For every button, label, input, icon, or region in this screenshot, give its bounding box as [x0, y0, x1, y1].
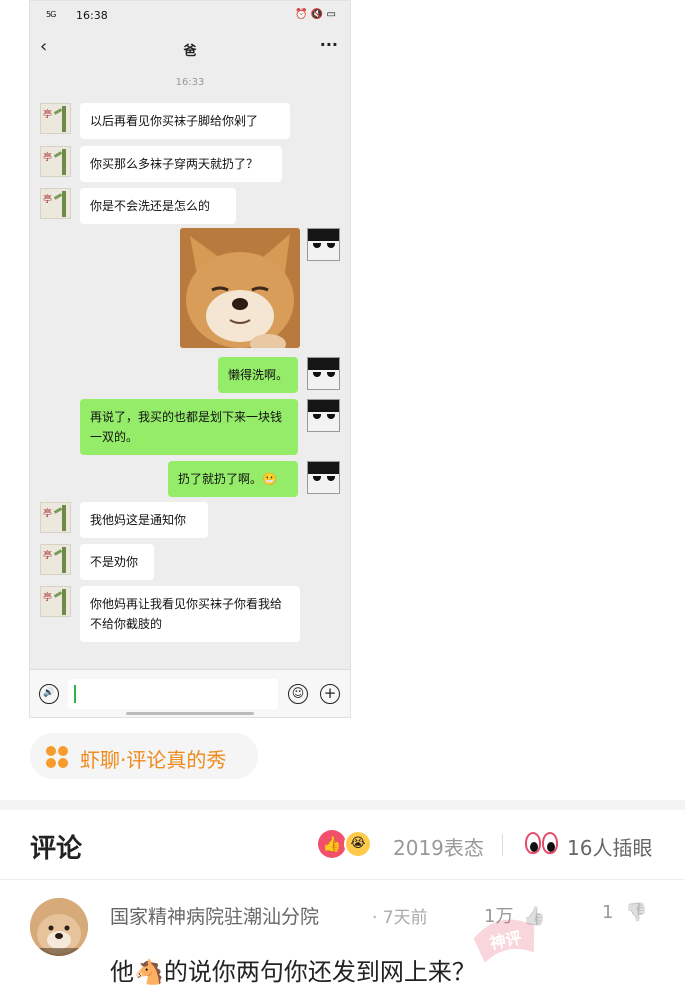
- plus-icon[interactable]: +: [320, 684, 340, 704]
- contact-avatar[interactable]: 亭: [40, 188, 71, 219]
- chat-input-bar: 🔊 ☺ +: [30, 669, 350, 717]
- text-cursor: [74, 685, 76, 703]
- home-indicator: [126, 712, 254, 715]
- message-input[interactable]: [68, 679, 278, 709]
- commenter-avatar[interactable]: [30, 898, 88, 956]
- shiba-dog-sticker[interactable]: [180, 228, 300, 348]
- message-bubble: 懒得洗啊。: [218, 357, 298, 393]
- signal-indicator: 5G: [46, 10, 56, 19]
- like-reaction-icon: 👍: [318, 830, 346, 858]
- comment-text-after: 的说你两句你还发到网上来？: [163, 958, 476, 986]
- chat-screenshot: 5G 16:38 ⏰ 🔇 ▭ ‹ 爸 ··· 16:33 亭 以后再看见你买袜子…: [29, 0, 351, 718]
- message-bubble: 以后再看见你买袜子脚给你剁了: [80, 103, 290, 139]
- my-avatar[interactable]: [307, 228, 340, 261]
- message-bubble: 你买那么多袜子穿两天就扔了？: [80, 146, 282, 182]
- chat-nav-bar: ‹ 爸 ···: [30, 31, 350, 67]
- my-avatar[interactable]: [307, 461, 340, 494]
- commenter-name[interactable]: 国家精神病院驻潮汕分院: [110, 902, 319, 929]
- chat-timestamp: 16:33: [175, 77, 205, 88]
- contact-avatar[interactable]: 亭: [40, 586, 71, 617]
- header-divider: [502, 834, 503, 856]
- eyes-count[interactable]: 16人插眼: [567, 832, 652, 861]
- chat-title: 爸: [183, 44, 197, 59]
- status-bar: 5G 16:38 ⏰ 🔇 ▭: [30, 1, 350, 31]
- message-bubble: 再说了，我买的也都是划下来一块钱一双的。: [80, 399, 298, 455]
- contact-avatar[interactable]: 亭: [40, 544, 71, 575]
- message-bubble: 我他妈这是通知你: [80, 502, 208, 538]
- comment-dislike-button[interactable]: 1 👎: [602, 902, 648, 923]
- topic-label: 虾聊·评论真的秀: [80, 748, 227, 772]
- message-bubble: 不是劝你: [80, 544, 154, 580]
- dislike-count: 1: [602, 902, 614, 923]
- emoji-icon[interactable]: ☺: [288, 684, 308, 704]
- my-avatar[interactable]: [307, 357, 340, 390]
- message-bubble: 你他妈再让我看见你买袜子你看我给不给你截肢的: [80, 586, 300, 642]
- comment-text: 他🐴的说你两句你还发到网上来？: [110, 952, 476, 987]
- reactions-count[interactable]: 2019表态: [393, 832, 484, 861]
- comment-time: · 7天前: [372, 908, 428, 928]
- contact-avatar[interactable]: 亭: [40, 502, 71, 533]
- header-underline: [0, 879, 685, 880]
- contact-avatar[interactable]: 亭: [40, 146, 71, 177]
- god-comment-stamp: 神评: [464, 905, 547, 969]
- horse-emoji-icon: 🐴: [134, 958, 164, 986]
- message-bubble: 扔了就扔了啊。😬: [168, 461, 298, 497]
- thumb-down-icon: 👎: [625, 902, 648, 923]
- comments-title: 评论: [30, 834, 83, 864]
- comment-text-before: 他: [110, 958, 134, 986]
- more-icon[interactable]: ···: [320, 35, 338, 54]
- section-divider: [0, 800, 685, 810]
- cry-reaction-icon: 😭: [344, 830, 372, 858]
- reactions-button[interactable]: 👍 😭: [318, 826, 380, 862]
- status-time: 16:38: [76, 9, 108, 22]
- topic-chip[interactable]: 虾聊·评论真的秀: [30, 733, 258, 779]
- contact-avatar[interactable]: 亭: [40, 103, 71, 134]
- topic-logo-icon: [46, 746, 68, 768]
- eyes-icon[interactable]: [525, 832, 559, 858]
- message-bubble: 你是不会洗还是怎么的: [80, 188, 236, 224]
- status-icons: ⏰ 🔇 ▭: [295, 9, 336, 20]
- voice-icon[interactable]: 🔊: [39, 684, 59, 704]
- my-avatar[interactable]: [307, 399, 340, 432]
